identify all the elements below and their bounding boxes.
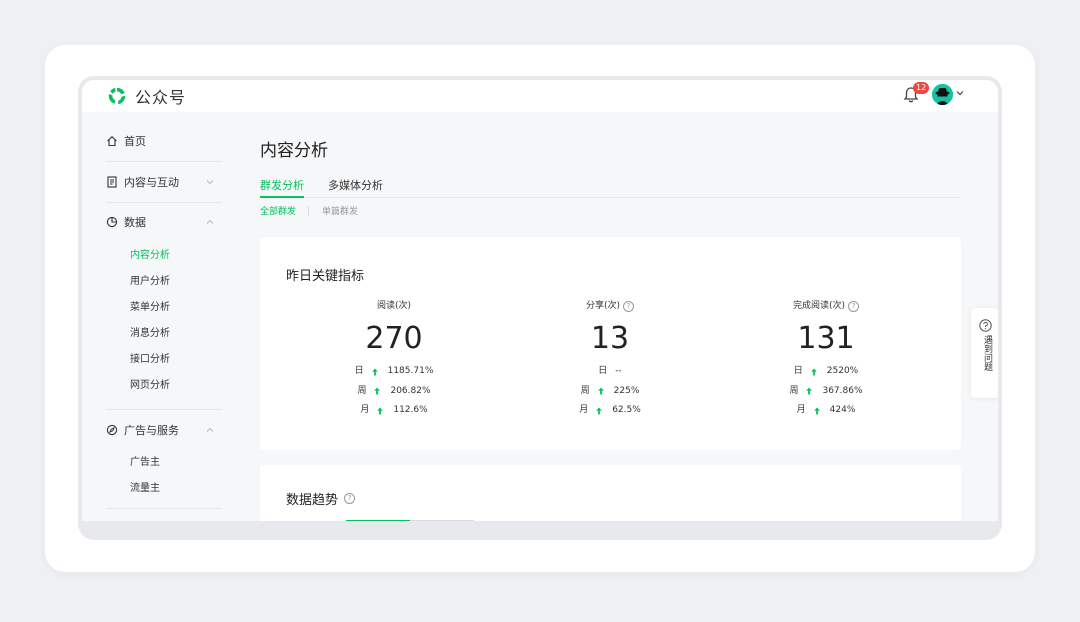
metric-reads: 阅读(次) 270 日 1185.71% 周 206.82% 月 112.6% — [294, 299, 494, 421]
divider — [308, 206, 309, 216]
sidebar-item-label: 数据 — [124, 216, 146, 229]
help-icon[interactable]: ? — [344, 493, 356, 504]
divider — [106, 508, 222, 509]
metric-row-day: 日 -- — [598, 366, 622, 376]
sidebar-item-message-analysis[interactable]: 消息分析 — [130, 326, 170, 342]
metric-row-month: 月 62.5% — [579, 405, 641, 415]
pie-chart-icon — [106, 216, 118, 228]
divider — [106, 409, 222, 410]
app-name: 公众号 — [135, 88, 187, 107]
arrow-up-icon — [810, 368, 817, 376]
trend-tab-track[interactable] — [410, 520, 474, 521]
sidebar-item-content[interactable]: 内容与互动 — [106, 163, 222, 201]
chevron-down-icon[interactable] — [956, 89, 964, 97]
panel-title: 数据趋势 ? — [286, 489, 356, 508]
sidebar-item-advertiser[interactable]: 广告主 — [130, 455, 160, 471]
help-icon[interactable]: ? — [623, 300, 635, 312]
avatar-image-icon — [932, 84, 953, 105]
arrow-up-icon — [596, 407, 603, 415]
top-bar: 公众号 12 — [82, 80, 998, 112]
page-title: 内容分析 — [260, 141, 328, 161]
metric-value: 13 — [590, 321, 630, 356]
metric-row-day: 日 2520% — [793, 366, 859, 376]
metric-label: 分享(次) ? — [510, 299, 710, 313]
chevron-down-icon — [206, 180, 214, 185]
metric-row-week: 周 225% — [580, 385, 640, 396]
compass-icon — [106, 424, 118, 436]
sidebar: 首页 内容与互动 数据 内容分析 用户分析 菜单分析 消息分析 接口分析 网页分… — [82, 112, 242, 521]
sidebar-item-api-analysis[interactable]: 接口分析 — [130, 352, 170, 368]
tab-bar: 群发分析 多媒体分析 — [260, 178, 960, 198]
chevron-up-icon — [206, 219, 214, 224]
metric-label: 完成阅读(次) ? — [726, 299, 926, 313]
help-float-label: 遇到问题 — [982, 335, 992, 371]
metric-value: 131 — [797, 321, 855, 356]
app-screen: 公众号 12 首页 内容与互动 数据 内容分析 用户分析 菜单分析 消息分析 接… — [82, 80, 998, 521]
arrow-up-icon — [806, 387, 813, 395]
document-icon — [107, 176, 117, 188]
metric-shares: 分享(次) ? 13 日 -- 周 225% 月 62.5% — [510, 299, 710, 421]
metric-row-day: 日 1185.71% — [354, 366, 434, 376]
divider — [106, 161, 222, 162]
subtab-single-send[interactable]: 单篇群发 — [322, 204, 358, 217]
help-float-button[interactable]: 遇到问题 — [971, 308, 998, 398]
brand[interactable]: 公众号 — [106, 84, 186, 108]
arrow-up-icon — [813, 407, 820, 415]
metric-row-month: 月 112.6% — [360, 405, 428, 415]
metric-value: 270 — [365, 321, 423, 356]
sidebar-item-user-analysis[interactable]: 用户分析 — [130, 274, 170, 290]
sidebar-item-web-analysis[interactable]: 网页分析 — [130, 378, 170, 394]
sidebar-item-content-analysis[interactable]: 内容分析 — [130, 248, 170, 264]
arrow-up-icon — [374, 387, 381, 395]
metric-row-week: 周 206.82% — [357, 385, 431, 396]
sidebar-item-data[interactable]: 数据 — [106, 203, 222, 241]
arrow-up-icon — [377, 407, 384, 415]
help-icon[interactable]: ? — [848, 300, 860, 312]
tab-mass-send-analysis[interactable]: 群发分析 — [260, 178, 304, 198]
tab-multimedia-analysis[interactable]: 多媒体分析 — [328, 178, 383, 198]
metric-label: 阅读(次) — [376, 301, 412, 311]
trend-tab-indicator[interactable] — [346, 520, 410, 521]
sidebar-item-label: 内容与互动 — [124, 176, 179, 189]
wechat-mp-logo-icon — [108, 87, 126, 105]
sidebar-item-ads[interactable]: 广告与服务 — [106, 411, 222, 449]
sidebar-item-publisher[interactable]: 流量主 — [130, 481, 160, 497]
sidebar-item-menu-analysis[interactable]: 菜单分析 — [130, 300, 170, 316]
key-metrics-panel: 昨日关键指标 阅读(次) 270 日 1185.71% 周 206.82% 月 — [260, 237, 961, 450]
arrow-up-icon — [597, 387, 604, 395]
subtab-all-sends[interactable]: 全部群发 — [260, 204, 296, 217]
question-circle-icon — [978, 319, 992, 332]
sidebar-item-label: 广告与服务 — [124, 424, 179, 437]
metric-row-week: 周 367.86% — [789, 385, 863, 396]
sidebar-item-label: 首页 — [124, 135, 146, 148]
panel-title: 昨日关键指标 — [286, 269, 365, 284]
metric-completed-reads: 完成阅读(次) ? 131 日 2520% 周 367.86% 月 424% — [726, 299, 926, 421]
trend-panel: 数据趋势 ? — [260, 465, 961, 521]
avatar[interactable] — [932, 84, 953, 105]
metric-row-month: 月 424% — [796, 405, 856, 415]
chevron-up-icon — [206, 427, 214, 432]
notification-badge: 12 — [913, 82, 930, 94]
home-icon — [107, 136, 117, 147]
arrow-up-icon — [371, 368, 378, 376]
sidebar-item-home[interactable]: 首页 — [106, 122, 222, 160]
